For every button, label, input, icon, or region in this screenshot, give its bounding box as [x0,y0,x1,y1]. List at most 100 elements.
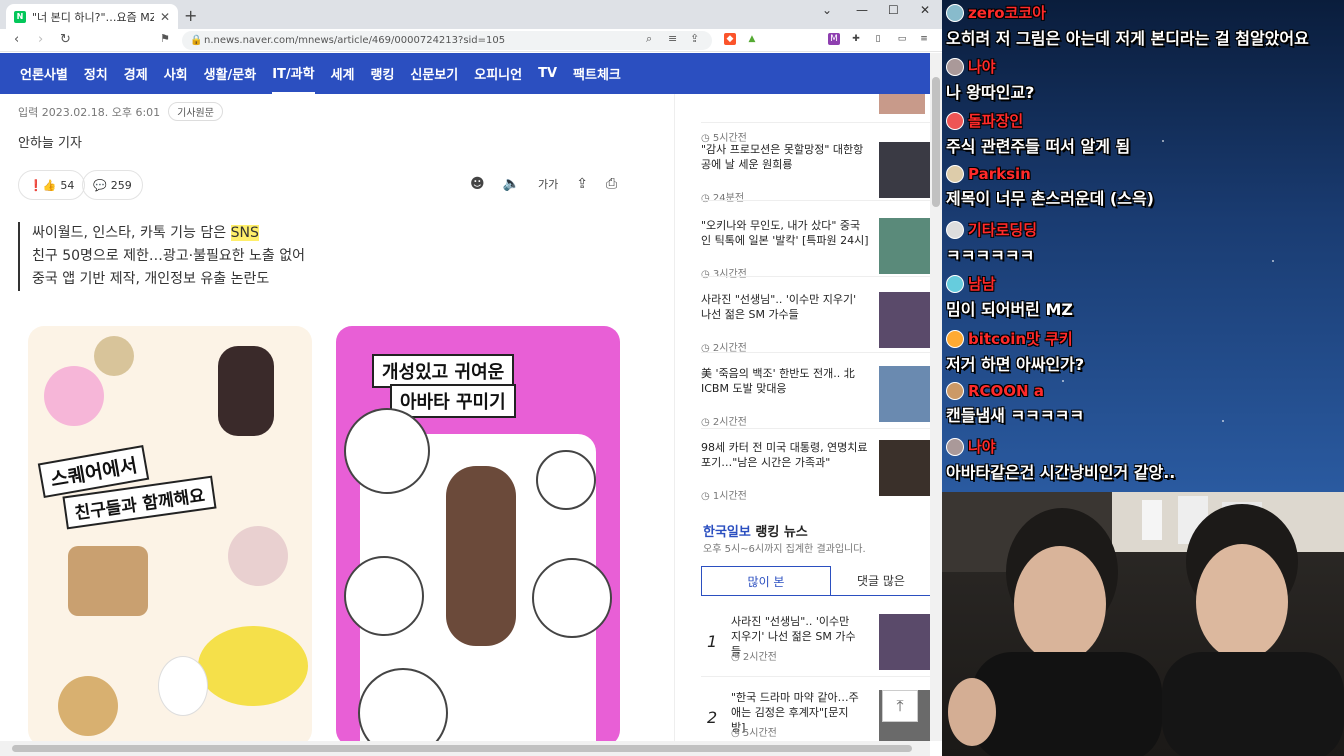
naver-favicon-icon: N [14,10,26,23]
horizontal-scrollbar[interactable] [0,741,930,756]
extensions-puzzle-icon[interactable]: ✚ [850,33,862,45]
nav-item-world[interactable]: 세계 [331,53,355,94]
chat-message: 기타로딩딩 ㅋㅋㅋㅋㅋㅋ [946,219,1037,266]
person-2-face [1196,544,1288,660]
news-item[interactable]: "오키나와 무인도, 내가 샀다" 중국인 틱톡에 일본 '발칵' [특파원 2… [701,218,930,282]
scroll-to-top-button[interactable]: ⤒ [882,690,918,722]
avatar-reading-figure [58,676,118,736]
reaction-button[interactable]: ❗👍 54 [18,170,86,200]
news-title: "감사 프로모션은 못할망정" 대한항공에 날 세운 원희룡 [701,143,864,171]
avatar-chef-figure [228,526,288,586]
comment-button[interactable]: 💬 259 [82,170,143,200]
back-icon[interactable]: ‹ [14,32,19,47]
address-bar[interactable]: 🔒 n.news.naver.com/mnews/article/469/000… [182,31,712,50]
reload-icon[interactable]: ↻ [60,32,71,47]
news-thumbnail [879,440,930,496]
chat-message: 나야 나 왕따인교? [946,56,1034,103]
summary-bot-icon[interactable]: ☻ [470,176,485,192]
comment-count: 259 [110,178,132,192]
chat-username: RCOON a [946,382,1084,400]
nav-item-life-culture[interactable]: 생활/문화 [204,53,257,94]
news-item[interactable]: "감사 프로모션은 못할망정" 대한항공에 날 세운 원희룡 ◷ 24분전 [701,142,930,206]
nav-item-press[interactable]: 언론사별 [20,53,68,94]
chat-username-text: zero코코아 [968,4,1047,22]
person-1-shirt [972,652,1162,756]
sunglasses-item-bubble [344,408,430,494]
nav-item-ranking[interactable]: 랭킹 [371,53,395,94]
forward-icon[interactable]: › [38,32,43,47]
ranking-brand[interactable]: 한국일보 [703,525,751,540]
chat-message: bitcoin맛 쿠키 저거 하면 아싸인가? [946,328,1084,375]
vertical-scrollbar[interactable] [930,53,942,741]
star-decoration [1272,260,1274,262]
browser-tab[interactable]: N "너 본디 하니?"…요즘 MZ세대서 ✕ [6,4,178,29]
browser-toolbar: ‹ › ↻ ⚑ 🔒 n.news.naver.com/mnews/article… [0,29,942,52]
chat-text: 아바타같은건 시간낭비인거 같앙.. [946,463,1176,482]
extension-m-icon[interactable]: M [828,33,840,45]
nav-item-society[interactable]: 사회 [164,53,188,94]
nav-item-factcheck[interactable]: 팩트체크 [573,53,621,94]
brave-shield-icon[interactable]: ◆ [724,33,736,45]
rewards-icon[interactable]: ▲ [746,33,758,45]
nav-item-it-science[interactable]: IT/과학 [272,53,315,94]
news-item[interactable]: 사라진 "선생님".. '이수만 지우기' 나선 젊은 SM 가수들 ◷ 2시간… [701,292,930,356]
rank-time-text: 2시간전 [742,652,777,663]
tab-search-chevron-icon[interactable]: ⌄ [822,3,832,17]
nav-item-tv[interactable]: TV [538,53,557,94]
news-item[interactable]: 美 '죽음의 백조' 한반도 전개.. 北 ICBM 도발 맞대응 ◷ 2시간전 [701,366,930,430]
divider [701,122,930,123]
avatar-desk-figure [68,546,148,616]
reader-icon[interactable]: ≡ [668,32,677,45]
avatar [946,3,964,22]
news-time: ◷ 24분전 [701,193,745,204]
close-tab-icon[interactable]: ✕ [160,10,170,24]
horizontal-scroll-thumb[interactable] [12,745,912,752]
menu-icon[interactable]: ≡ [918,33,930,45]
divider [701,676,930,677]
nav-item-economy[interactable]: 경제 [124,53,148,94]
print-icon[interactable]: ⎙ [606,176,617,192]
close-window-icon[interactable]: ✕ [920,3,930,17]
ranking-item[interactable]: 1 사라진 "선생님".. '이수만 지우기' 나선 젊은 SM 가수들 ◷ 2… [701,614,930,678]
nav-item-opinion[interactable]: 오피니언 [474,53,522,94]
rank-thumbnail [879,614,930,670]
news-item[interactable]: 98세 카터 전 미국 대통령, 연명치료 포기…"남은 시간은 가족과" ◷ … [701,440,930,504]
share-icon[interactable]: ⇪ [690,32,699,45]
tab-strip: N "너 본디 하니?"…요즘 MZ세대서 ✕ + ⌄ — ☐ ✕ [0,0,942,29]
tab-most-viewed[interactable]: 많이 본 [701,566,831,596]
reporter-name[interactable]: 안하늘 기자 [18,132,82,151]
speaker-icon[interactable]: 🔈 [503,176,520,192]
share-icon[interactable]: ⇪ [576,176,588,192]
news-item[interactable]: ◷ 5시간전 [701,94,930,146]
news-time-text: 1시간전 [712,491,747,502]
vertical-scroll-thumb[interactable] [932,77,940,207]
original-article-button[interactable]: 기사원문 [168,102,223,121]
minimize-icon[interactable]: — [856,3,868,17]
nav-item-newspaper[interactable]: 신문보기 [410,53,458,94]
maximize-icon[interactable]: ☐ [888,3,899,17]
avatar-yellow-chair-figure [198,626,308,706]
reaction-emoji-icon: ❗👍 [29,178,57,192]
news-title: 사라진 "선생님".. '이수만 지우기' 나선 젊은 SM 가수들 [701,293,857,321]
rank-time: ◷ 2시간전 [731,652,777,663]
summary-line-2: 친구 50명으로 제한…광고·불필요한 노출 없어 [32,248,306,264]
avatar [946,274,964,293]
chat-username-text: 나야 [968,58,996,76]
bookmark-icon[interactable]: ⚑ [160,32,170,45]
wallet-icon[interactable]: ▭ [896,33,908,45]
ranking-title: 랭킹 뉴스 [750,525,808,540]
divider [701,352,930,353]
article-image-square[interactable]: 스퀘어에서 친구들과 함께해요 [28,326,312,744]
font-size-button[interactable]: 가가 [538,176,558,192]
nav-item-politics[interactable]: 정치 [84,53,108,94]
tab-most-commented[interactable]: 댓글 많은 [831,566,930,596]
new-tab-button[interactable]: + [184,6,197,25]
article-image-avatar[interactable]: 개성있고 귀여운 아바타 꾸미기 [336,326,620,744]
sidebar-icon[interactable]: ▯ [872,33,884,45]
avatar-shopping-figure [44,366,104,426]
zoom-icon[interactable]: ⌕ [646,32,652,46]
article-summary: 싸이월드, 인스타, 카톡 기능 담은 SNS 친구 50명으로 제한…광고·불… [18,222,305,291]
avatar [946,165,964,183]
chat-username-text: bitcoin맛 쿠키 [968,330,1073,348]
chat-username: zero코코아 [946,2,1309,23]
